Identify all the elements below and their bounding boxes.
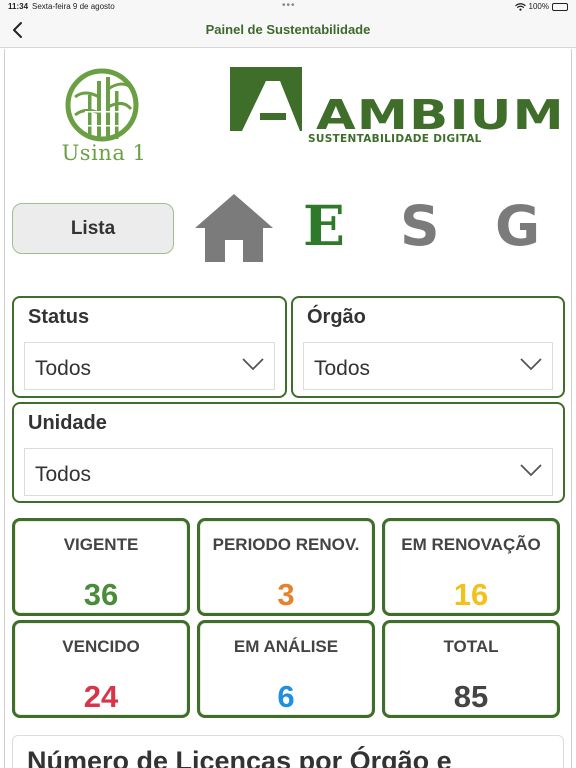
status-select[interactable]: Todos [24,342,275,390]
page-title: Painel de Sustentabilidade [205,22,371,37]
stat-card-vigente[interactable]: VIGENTE 36 [12,518,190,616]
ambium-wordmark: AMBIUM [316,91,565,139]
stat-label: VENCIDO [62,637,140,656]
stat-label: EM ANÁLISE [233,637,339,656]
orgao-select-value: Todos [314,357,371,380]
ambium-tagline: SUSTENTABILIDADE DIGITAL [308,133,482,145]
multitask-dots-icon[interactable]: ••• [282,0,296,11]
stat-value: 6 [277,679,295,714]
battery-icon [552,2,568,11]
status-time: 11:34 [8,2,29,11]
unidade-select[interactable]: Todos [24,448,553,496]
home-icon[interactable] [195,194,273,262]
stat-card-vencido[interactable]: VENCIDO 24 [12,620,190,718]
status-filter-label: Status [28,306,90,328]
section-title: Número de Licenças por Órgão e [27,746,452,768]
stat-value: 24 [83,679,119,714]
usina-logo: Usina 1 [57,67,151,169]
tab-social[interactable]: S [400,195,440,257]
status-select-value: Todos [35,357,92,380]
status-bar: 11:34 Sexta-feira 9 de agosto ••• 100% [0,0,576,14]
licenses-by-agency-section: Número de Licenças por Órgão e [12,735,564,768]
chevron-down-icon [520,464,542,477]
navigation-bar: Painel de Sustentabilidade [0,14,576,48]
orgao-select[interactable]: Todos [303,342,553,390]
chevron-down-icon [242,358,264,371]
unidade-filter: Unidade Todos [12,402,565,503]
status-date: Sexta-feira 9 de agosto [32,2,115,11]
stat-label: VIGENTE [63,535,139,554]
unidade-filter-label: Unidade [28,412,107,434]
stat-card-periodo-renov[interactable]: PERIODO RENOV. 3 [197,518,375,616]
stat-card-em-analise[interactable]: EM ANÁLISE 6 [197,620,375,718]
status-right: 100% [514,2,568,11]
battery-percent: 100% [528,2,549,11]
stat-card-em-renovacao[interactable]: EM RENOVAÇÃO 16 [382,518,560,616]
usina-logo-text: Usina 1 [61,141,147,165]
chevron-down-icon [520,358,542,371]
wifi-icon [514,2,526,11]
tab-environmental[interactable]: E [303,195,345,257]
stat-value: 3 [277,577,295,612]
stat-label: PERIODO RENOV. [212,535,360,554]
ambium-logo: AMBIUM SUSTENTABILIDADE DIGITAL [230,67,564,149]
lista-button[interactable]: Lista [12,203,174,254]
stat-value: 85 [453,679,489,714]
stat-value: 36 [83,577,119,612]
stat-label: TOTAL [443,637,499,656]
orgao-filter: Órgão Todos [291,296,565,398]
sugarcane-logo-icon [65,68,139,142]
stat-label: EM RENOVAÇÃO [401,535,541,554]
ambium-a-mark-icon [230,67,302,131]
dashboard-content: Usina 1 AMBIUM SUSTENTABILIDADE DIGITAL … [4,49,572,768]
orgao-filter-label: Órgão [307,306,366,328]
tab-governance[interactable]: G [495,195,540,257]
unidade-select-value: Todos [35,463,92,486]
stat-card-total[interactable]: TOTAL 85 [382,620,560,718]
stat-value: 16 [453,577,489,612]
status-filter: Status Todos [12,296,287,398]
